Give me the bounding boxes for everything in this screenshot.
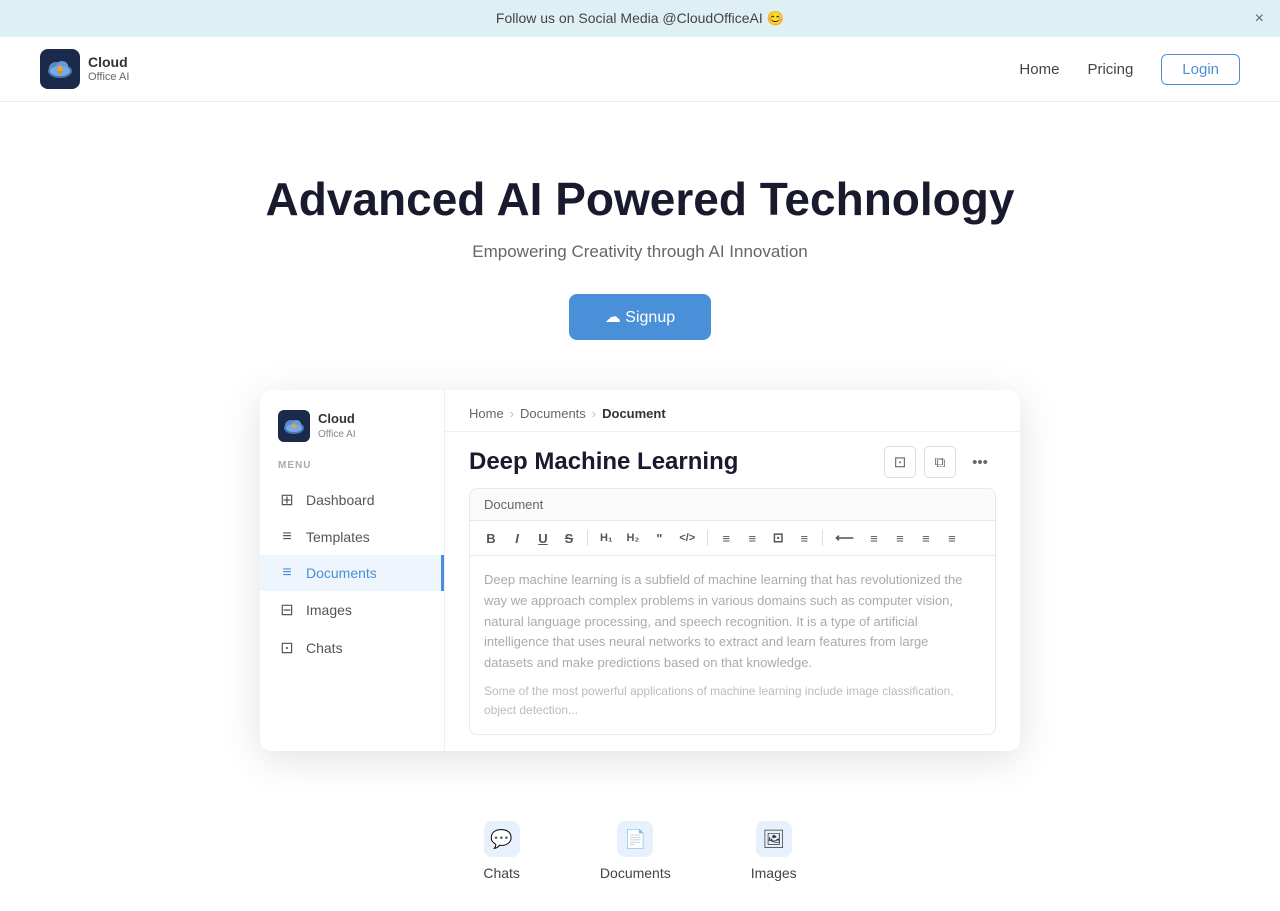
sidebar-item-label: Documents xyxy=(306,565,377,581)
chats-icon: ⊡ xyxy=(278,638,296,658)
breadcrumb-home[interactable]: Home xyxy=(469,406,504,421)
h1-button[interactable]: H₁ xyxy=(595,529,618,547)
logo-text: Cloud Office AI xyxy=(88,54,129,84)
h2-button[interactable]: H₂ xyxy=(622,529,645,547)
sidebar-item-images[interactable]: ⊟ Images xyxy=(260,591,444,629)
images-icon: ⊟ xyxy=(278,600,296,620)
sidebar: Cloud Office AI MENU ⊞ Dashboard ≡ Templ… xyxy=(260,390,445,751)
hero-title: Advanced AI Powered Technology xyxy=(20,172,1260,226)
sidebar-item-dashboard[interactable]: ⊞ Dashboard xyxy=(260,481,444,519)
content-paragraph-1: Deep machine learning is a subfield of m… xyxy=(484,570,981,674)
breadcrumb-chevron-1: › xyxy=(510,406,514,421)
sidebar-logo-text: Cloud Office AI xyxy=(318,411,356,441)
sidebar-item-documents[interactable]: ≡ Documents xyxy=(260,555,444,591)
save-document-button[interactable]: ⊡ xyxy=(884,446,916,478)
copy-document-button[interactable]: ⧉ xyxy=(924,446,956,478)
sidebar-menu-label: MENU xyxy=(260,460,444,481)
document-header: Deep Machine Learning ⊡ ⧉ ••• xyxy=(445,432,1020,488)
logo: Cloud Office AI xyxy=(40,49,129,89)
documents-icon: ≡ xyxy=(278,564,296,582)
templates-icon: ≡ xyxy=(278,528,296,546)
main-content: Home › Documents › Document Deep Machine… xyxy=(445,390,1020,751)
images-feature-icon: 🖼 xyxy=(756,821,792,857)
align-left-button[interactable]: ⟵ xyxy=(830,527,859,549)
hero-section: Advanced AI Powered Technology Empowerin… xyxy=(0,102,1280,390)
nav-home-link[interactable]: Home xyxy=(1019,61,1059,78)
breadcrumb-documents[interactable]: Documents xyxy=(520,406,586,421)
align-center-button[interactable]: ≡ xyxy=(863,528,885,549)
preview-window: Cloud Office AI MENU ⊞ Dashboard ≡ Templ… xyxy=(260,390,1020,751)
nav-links: Home Pricing Login xyxy=(1019,54,1240,85)
bold-button[interactable]: B xyxy=(480,528,502,549)
code-button[interactable]: </> xyxy=(674,529,700,547)
navbar: Cloud Office AI Home Pricing Login xyxy=(0,37,1280,102)
sidebar-item-label: Templates xyxy=(306,529,370,545)
sidebar-logo-icon xyxy=(278,410,310,442)
chats-feature-icon: 💬 xyxy=(484,821,520,857)
sidebar-logo: Cloud Office AI xyxy=(260,410,444,460)
documents-feature-icon: 📄 xyxy=(617,821,653,857)
nav-pricing-link[interactable]: Pricing xyxy=(1087,61,1133,78)
content-paragraph-2: Some of the most powerful applications o… xyxy=(484,682,981,720)
editor-content[interactable]: Deep machine learning is a subfield of m… xyxy=(470,556,995,734)
italic-button[interactable]: I xyxy=(506,528,528,549)
documents-feature-label: Documents xyxy=(600,865,671,881)
more-options-button[interactable]: ••• xyxy=(964,446,996,478)
feature-chats: 💬 Chats xyxy=(483,821,520,881)
quote-button[interactable]: " xyxy=(648,528,670,549)
feature-images: 🖼 Images xyxy=(751,821,797,881)
breadcrumb-chevron-2: › xyxy=(592,406,596,421)
hero-subtitle: Empowering Creativity through AI Innovat… xyxy=(20,242,1260,262)
strikethrough-button[interactable]: S xyxy=(558,528,580,549)
editor-tab[interactable]: Document xyxy=(470,489,995,521)
chats-feature-label: Chats xyxy=(483,865,520,881)
dashboard-icon: ⊞ xyxy=(278,490,296,510)
banner-close-button[interactable]: × xyxy=(1255,10,1264,28)
feature-documents: 📄 Documents xyxy=(600,821,671,881)
indent-button[interactable]: ≡ xyxy=(793,528,815,549)
breadcrumb: Home › Documents › Document xyxy=(445,390,1020,432)
sidebar-item-label: Dashboard xyxy=(306,492,375,508)
sidebar-item-label: Chats xyxy=(306,640,343,656)
editor-toolbar: B I U S H₁ H₂ " </> ≡ ≡ ⊡ ≡ ⟵ ≡ xyxy=(470,521,995,556)
app-preview: Cloud Office AI MENU ⊞ Dashboard ≡ Templ… xyxy=(0,390,1280,791)
underline-button[interactable]: U xyxy=(532,528,554,549)
sidebar-item-label: Images xyxy=(306,602,352,618)
align-right-button[interactable]: ≡ xyxy=(889,528,911,549)
breadcrumb-current: Document xyxy=(602,406,666,421)
toolbar-separator-2 xyxy=(707,530,708,546)
toolbar-separator-1 xyxy=(587,530,588,546)
logo-icon xyxy=(40,49,80,89)
checklist-button[interactable]: ⊡ xyxy=(767,527,789,549)
bottom-features: 💬 Chats 📄 Documents 🖼 Images xyxy=(0,791,1280,911)
document-title: Deep Machine Learning xyxy=(469,448,738,476)
justify-full-button[interactable]: ≡ xyxy=(941,528,963,549)
list-ol-button[interactable]: ≡ xyxy=(741,528,763,549)
document-actions: ⊡ ⧉ ••• xyxy=(884,446,996,478)
signup-button[interactable]: ☁ Signup xyxy=(569,294,711,340)
announcement-banner: Follow us on Social Media @CloudOfficeAI… xyxy=(0,0,1280,37)
editor: Document B I U S H₁ H₂ " </> ≡ ≡ ⊡ ≡ xyxy=(469,488,996,735)
toolbar-separator-3 xyxy=(822,530,823,546)
login-button[interactable]: Login xyxy=(1161,54,1240,85)
sidebar-item-chats[interactable]: ⊡ Chats xyxy=(260,629,444,667)
list-ul-button[interactable]: ≡ xyxy=(715,528,737,549)
images-feature-label: Images xyxy=(751,865,797,881)
align-justify-button[interactable]: ≡ xyxy=(915,528,937,549)
banner-text: Follow us on Social Media @CloudOfficeAI… xyxy=(496,10,784,26)
sidebar-item-templates[interactable]: ≡ Templates xyxy=(260,519,444,555)
